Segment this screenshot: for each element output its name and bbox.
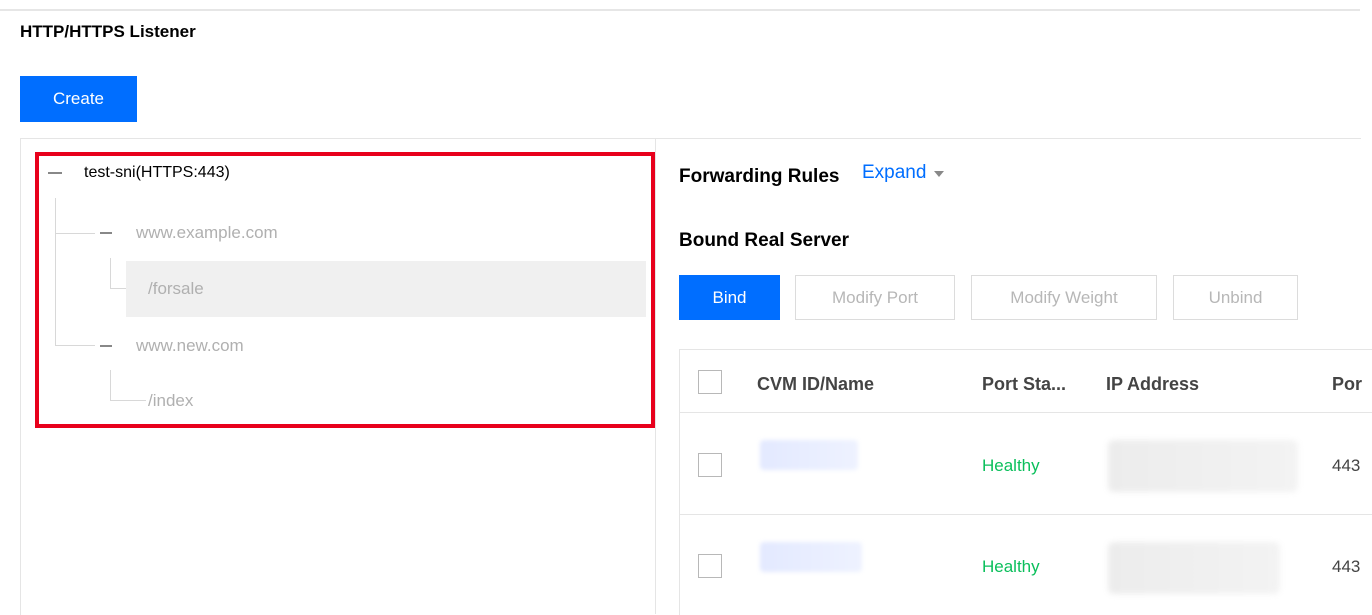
highlight-annotation-box: [35, 152, 655, 428]
modify-weight-button[interactable]: Modify Weight: [971, 275, 1157, 320]
column-header-port-status[interactable]: Port Sta...: [982, 374, 1066, 395]
column-header-cvm[interactable]: CVM ID/Name: [757, 374, 874, 395]
cvm-id-redacted[interactable]: [760, 440, 858, 470]
status-badge: Healthy: [982, 557, 1040, 576]
ip-address-redacted: [1108, 440, 1298, 492]
top-divider: [0, 9, 1360, 11]
create-button[interactable]: Create: [20, 76, 137, 122]
port-cell: 443: [1332, 456, 1361, 475]
ip-address-redacted: [1108, 542, 1280, 594]
row-checkbox[interactable]: [698, 554, 722, 578]
column-header-port[interactable]: Por: [1332, 374, 1362, 395]
page-title: HTTP/HTTPS Listener: [20, 22, 196, 41]
expand-label[interactable]: Expand: [862, 162, 926, 184]
bound-real-server-title: Bound Real Server: [679, 230, 849, 251]
row-checkbox[interactable]: [698, 453, 722, 477]
bind-button[interactable]: Bind: [679, 275, 780, 320]
status-badge: Healthy: [982, 456, 1040, 475]
panel-divider: [655, 138, 656, 614]
forwarding-rules-title: Forwarding Rules: [679, 166, 840, 187]
unbind-button[interactable]: Unbind: [1173, 275, 1298, 320]
caret-down-icon[interactable]: [934, 171, 945, 177]
table-row-divider: [679, 514, 1372, 515]
port-cell: 443: [1332, 557, 1361, 576]
modify-port-button[interactable]: Modify Port: [795, 275, 955, 320]
select-all-checkbox[interactable]: [698, 370, 722, 394]
expand-link[interactable]: Expand: [862, 162, 945, 184]
cvm-id-redacted[interactable]: [760, 542, 862, 572]
table-row-divider: [679, 412, 1372, 413]
column-header-ip-address[interactable]: IP Address: [1106, 374, 1199, 395]
